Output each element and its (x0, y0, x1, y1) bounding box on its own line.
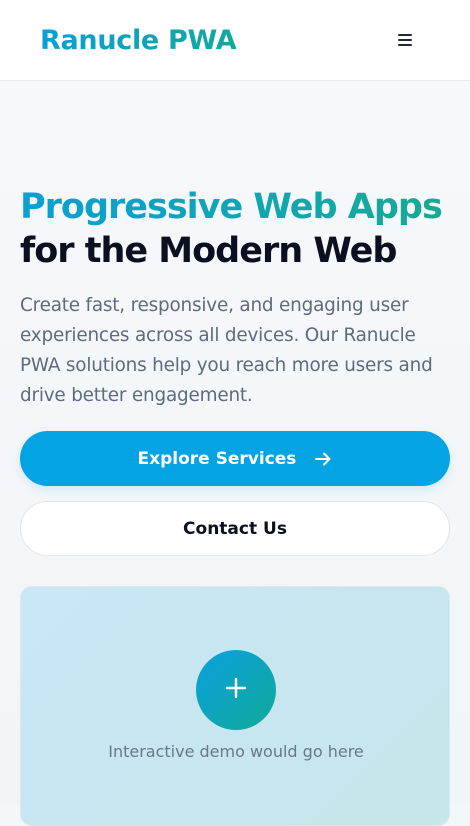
plus-icon (224, 676, 248, 704)
brand-logo-text[interactable]: Ranucle PWA (40, 22, 237, 60)
hero-description: Create fast, responsive, and engaging us… (20, 295, 433, 406)
contact-us-label: Contact Us (183, 518, 287, 539)
demo-plus-button[interactable] (196, 650, 276, 730)
hero-title-highlight: Progressive Web Apps (20, 187, 443, 227)
menu-button[interactable] (390, 28, 420, 52)
arrow-right-icon (314, 450, 332, 468)
hero-section: Progressive Web Apps for the Modern Web … (0, 81, 470, 826)
app-header: Ranucle PWA (0, 0, 470, 81)
explore-services-button[interactable]: Explore Services (20, 431, 450, 486)
interactive-demo-card: Interactive demo would go here (20, 586, 450, 826)
hero-title: for the Modern Web (20, 231, 397, 271)
explore-services-label: Explore Services (137, 448, 297, 469)
demo-caption: Interactive demo would go here (108, 742, 364, 761)
contact-us-button[interactable]: Contact Us (20, 501, 450, 556)
hamburger-menu-icon (390, 28, 420, 52)
